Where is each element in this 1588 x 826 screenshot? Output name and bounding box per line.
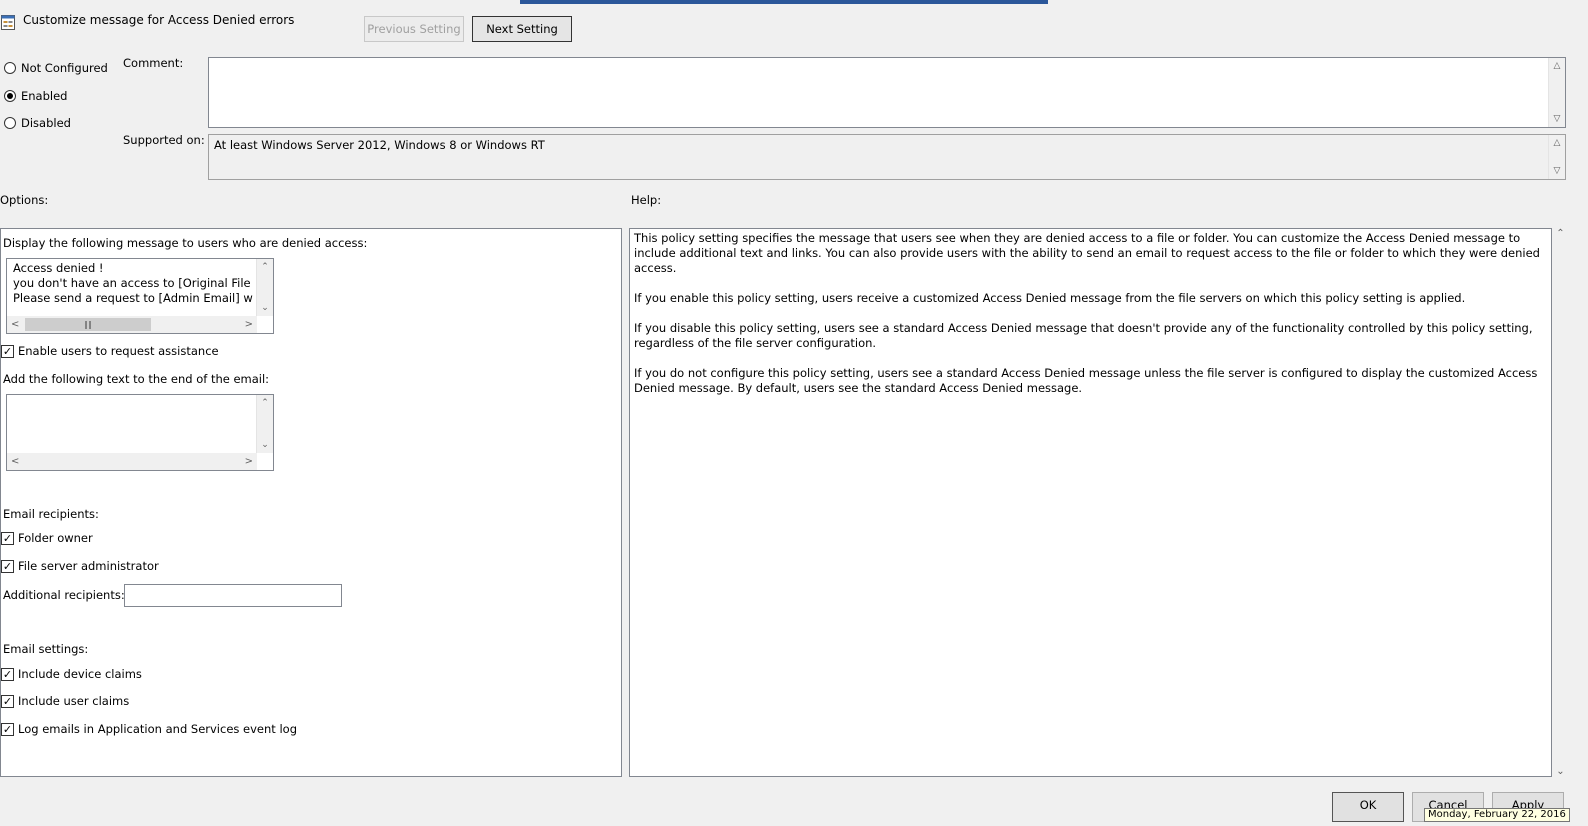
help-label: Help: xyxy=(631,193,662,207)
additional-recipients-input[interactable] xyxy=(124,584,342,607)
checkbox-box[interactable]: ✓ xyxy=(1,722,14,736)
email-append-horizontal-scrollbar[interactable]: < > xyxy=(7,453,257,470)
comment-field[interactable]: △ ▽ xyxy=(208,57,1566,128)
help-scrollbar[interactable]: ⌃ ⌄ xyxy=(1552,228,1569,777)
message-line: you don't have an access to [Original Fi… xyxy=(13,276,253,290)
ok-button[interactable]: OK xyxy=(1332,792,1404,822)
previous-setting-button[interactable]: Previous Setting xyxy=(364,16,464,42)
scroll-down-icon[interactable]: ⌄ xyxy=(261,300,269,316)
scroll-up-icon[interactable]: △ xyxy=(1554,58,1561,74)
scroll-up-icon[interactable]: ⌃ xyxy=(261,395,269,411)
help-pane: This policy setting specifies the messag… xyxy=(629,228,1552,777)
policy-setting-icon xyxy=(1,14,16,30)
taskbar-accent-strip xyxy=(520,0,1048,4)
comment-label: Comment: xyxy=(123,56,184,70)
checkbox-label: File server administrator xyxy=(18,559,159,573)
radio-disabled[interactable]: Disabled xyxy=(4,116,71,130)
additional-recipients-label: Additional recipients: xyxy=(3,588,125,602)
scroll-down-icon[interactable]: ⌄ xyxy=(261,437,269,453)
radio-label: Disabled xyxy=(21,116,71,130)
radio-selected-dot xyxy=(7,93,13,99)
supported-on-label: Supported on: xyxy=(123,133,205,147)
radio-circle[interactable] xyxy=(4,117,16,129)
log-emails-checkbox[interactable]: ✓ Log emails in Application and Services… xyxy=(1,722,297,736)
date-tooltip: Monday, February 22, 2016 xyxy=(1424,808,1570,822)
radio-label: Not Configured xyxy=(21,61,108,75)
message-line: Access denied ! xyxy=(13,261,104,275)
comment-scrollbar[interactable]: △ ▽ xyxy=(1548,58,1565,127)
email-append-vertical-scrollbar[interactable]: ⌃ ⌄ xyxy=(256,395,273,453)
scroll-up-icon[interactable]: ⌃ xyxy=(261,259,269,275)
checkbox-label: Folder owner xyxy=(18,531,93,545)
checkbox-label: Log emails in Application and Services e… xyxy=(18,722,297,736)
help-paragraph: This policy setting specifies the messag… xyxy=(634,231,1540,275)
checkbox-box[interactable]: ✓ xyxy=(1,694,14,708)
checkbox-box[interactable]: ✓ xyxy=(1,531,14,545)
folder-owner-checkbox[interactable]: ✓ Folder owner xyxy=(1,531,93,545)
checkbox-box[interactable]: ✓ xyxy=(1,559,14,573)
supported-on-value: At least Windows Server 2012, Windows 8 … xyxy=(214,138,545,152)
help-paragraph: If you do not configure this policy sett… xyxy=(634,366,1538,395)
scroll-right-icon[interactable]: > xyxy=(245,456,253,467)
access-denied-message-field[interactable]: Access denied ! you don't have an access… xyxy=(6,258,274,334)
radio-not-configured[interactable]: Not Configured xyxy=(4,61,108,75)
checkbox-box[interactable]: ✓ xyxy=(1,667,14,681)
scroll-up-icon[interactable]: △ xyxy=(1554,135,1561,151)
checkbox-label: Include user claims xyxy=(18,694,130,708)
radio-circle[interactable] xyxy=(4,62,16,74)
message-text: Access denied ! you don't have an access… xyxy=(13,261,253,306)
include-user-claims-checkbox[interactable]: ✓ Include user claims xyxy=(1,694,129,708)
scroll-down-icon[interactable]: ▽ xyxy=(1554,111,1561,127)
include-device-claims-checkbox[interactable]: ✓ Include device claims xyxy=(1,667,142,681)
email-append-field[interactable]: ⌃ ⌄ < > xyxy=(6,394,274,471)
scroll-left-icon[interactable]: < xyxy=(11,456,19,467)
enable-assistance-checkbox[interactable]: ✓ Enable users to request assistance xyxy=(1,344,219,358)
help-paragraph: If you enable this policy setting, users… xyxy=(634,291,1466,305)
file-server-admin-checkbox[interactable]: ✓ File server administrator xyxy=(1,559,159,573)
scroll-down-icon[interactable]: ⌄ xyxy=(1556,766,1564,777)
window-title: Customize message for Access Denied erro… xyxy=(23,13,295,27)
message-label: Display the following message to users w… xyxy=(3,236,368,250)
scroll-right-icon[interactable]: > xyxy=(245,319,253,330)
next-setting-button[interactable]: Next Setting xyxy=(472,16,572,42)
email-append-label: Add the following text to the end of the… xyxy=(3,372,270,386)
checkbox-label: Include device claims xyxy=(18,667,142,681)
help-text: This policy setting specifies the messag… xyxy=(634,231,1545,411)
radio-enabled[interactable]: Enabled xyxy=(4,89,67,103)
radio-label: Enabled xyxy=(21,89,68,103)
help-paragraph: If you disable this policy setting, user… xyxy=(634,321,1533,350)
scroll-down-icon[interactable]: ▽ xyxy=(1554,163,1561,179)
checkbox-label: Enable users to request assistance xyxy=(18,344,219,358)
message-line: Please send a request to [Admin Email] w… xyxy=(13,291,253,305)
supported-on-scrollbar[interactable]: △ ▽ xyxy=(1548,135,1565,179)
horizontal-scroll-thumb[interactable]: ‖‖ xyxy=(25,318,151,331)
message-vertical-scrollbar[interactable]: ⌃ ⌄ xyxy=(256,259,273,316)
supported-on-field: At least Windows Server 2012, Windows 8 … xyxy=(208,134,1566,180)
scroll-left-icon[interactable]: < xyxy=(11,319,19,330)
email-settings-label: Email settings: xyxy=(3,642,89,656)
options-label: Options: xyxy=(0,193,49,207)
checkbox-box[interactable]: ✓ xyxy=(1,344,14,358)
email-recipients-label: Email recipients: xyxy=(3,507,99,521)
scroll-up-icon[interactable]: ⌃ xyxy=(1556,228,1564,239)
radio-circle[interactable] xyxy=(4,90,16,102)
